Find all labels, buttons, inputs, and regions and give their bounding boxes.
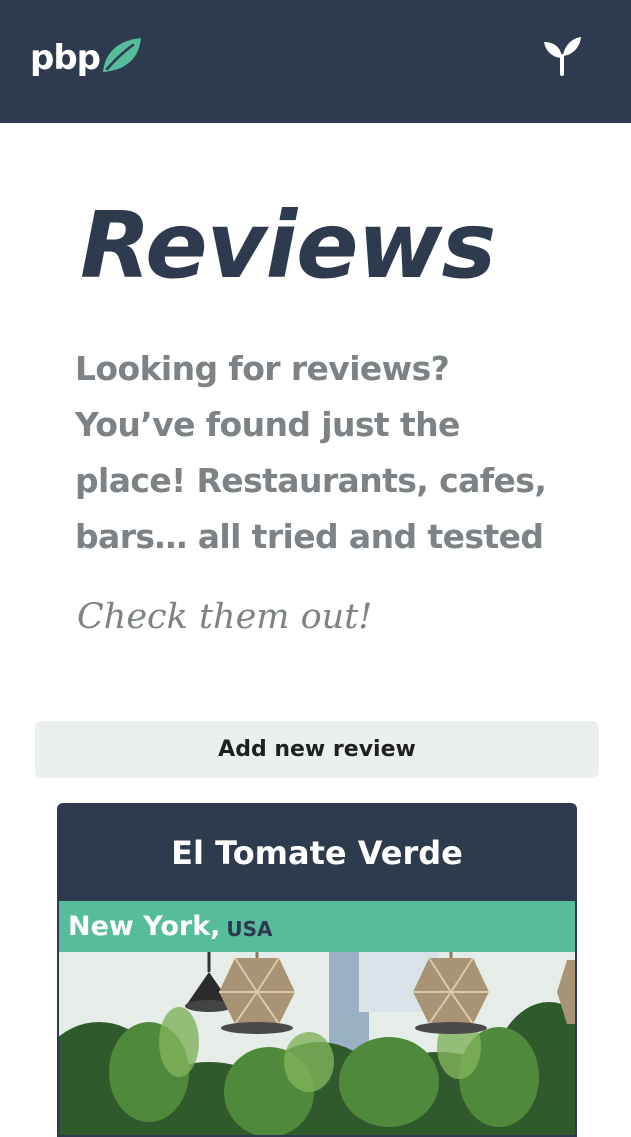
page-title: Reviews: [80, 192, 496, 299]
home-logo-link[interactable]: pbp: [30, 36, 143, 80]
navbar: pbp: [0, 0, 631, 123]
leaf-icon: [103, 38, 142, 72]
review-card-country: USA: [226, 916, 273, 941]
review-card-image: [59, 952, 575, 1135]
sprout-icon[interactable]: [540, 36, 584, 76]
review-card[interactable]: El Tomate Verde New York, USA: [57, 803, 577, 1137]
review-card-location: New York, USA: [59, 901, 575, 952]
logo-text: pbp: [30, 38, 101, 78]
review-card-title: El Tomate Verde: [171, 834, 463, 872]
check-them-out-text: Check them out!: [77, 597, 373, 637]
intro-text: Looking for reviews? You’ve found just t…: [75, 349, 547, 556]
add-new-review-button[interactable]: Add new review: [35, 721, 599, 778]
review-card-city: New York,: [68, 911, 221, 942]
